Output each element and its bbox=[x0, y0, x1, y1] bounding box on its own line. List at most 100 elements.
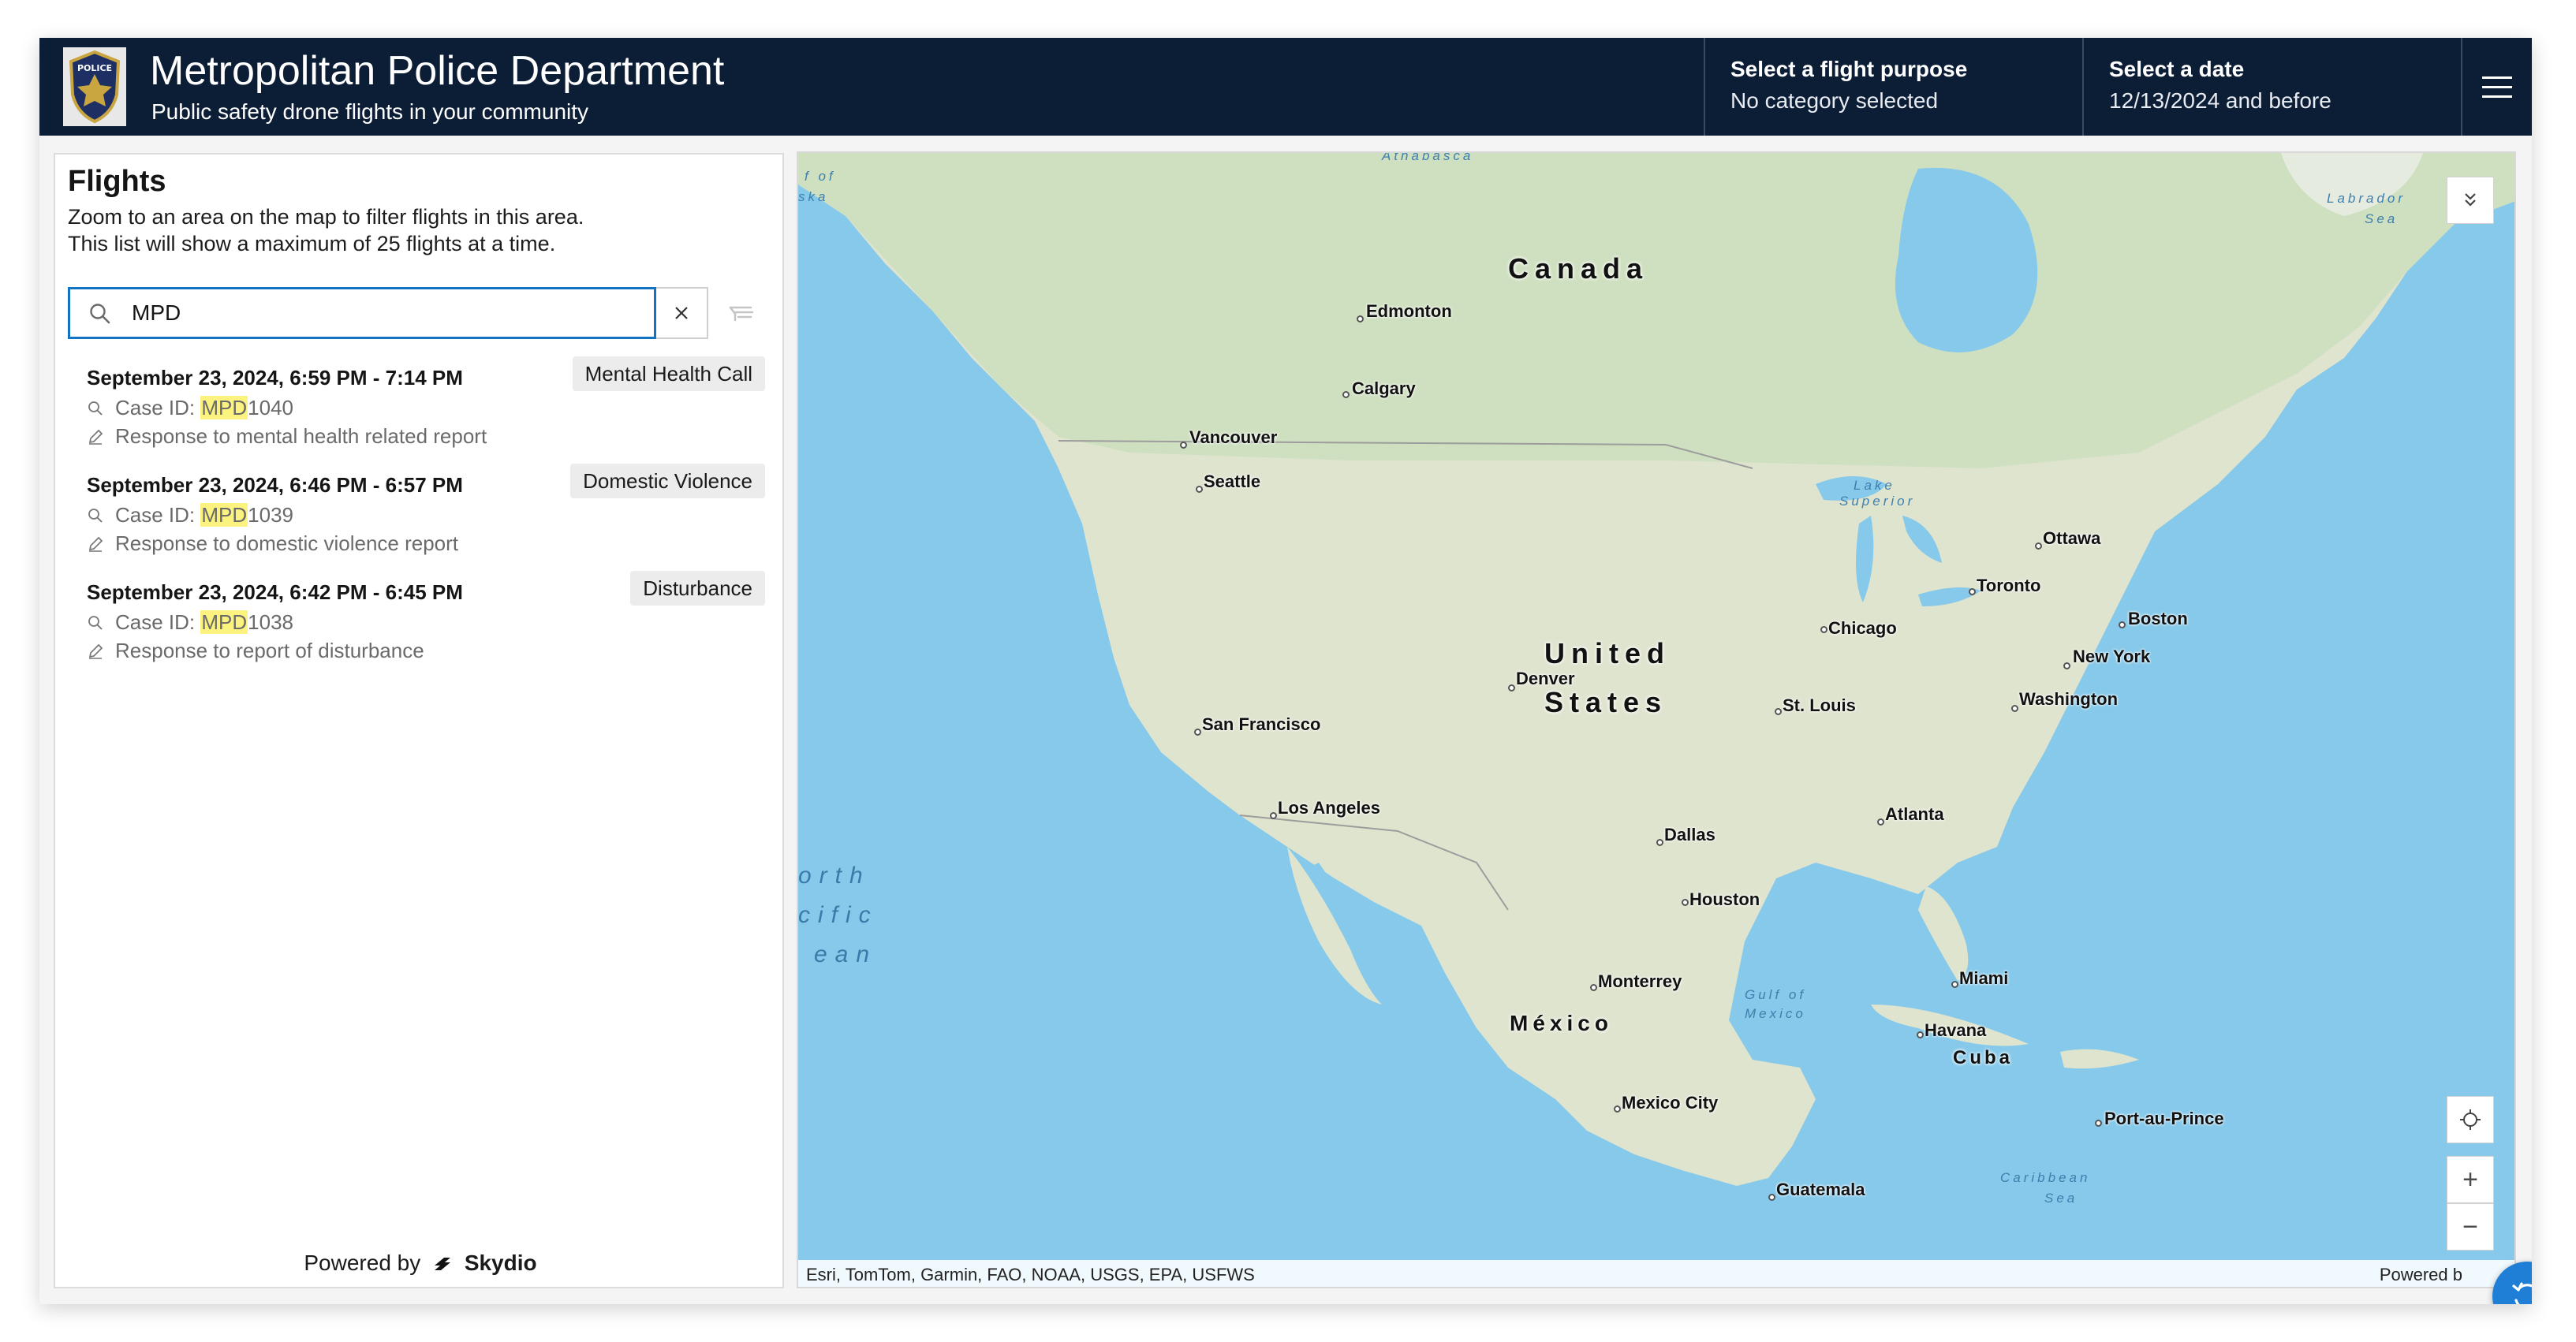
city-label: Houston bbox=[1682, 889, 1760, 910]
water-label: Lake bbox=[1854, 478, 1895, 493]
skydio-logo-icon bbox=[435, 1258, 451, 1270]
city-label: Port-au-Prince bbox=[2095, 1109, 2224, 1129]
flight-purpose-selector[interactable]: Select a flight purpose No category sele… bbox=[1704, 38, 2082, 136]
city-label: New York bbox=[2063, 647, 2150, 669]
powered-by-footer: Powered by Skydio bbox=[304, 1251, 537, 1275]
flights-help-text: Zoom to an area on the map to filter fli… bbox=[68, 205, 584, 255]
city-label: San Francisco bbox=[1194, 714, 1320, 736]
city-label: Miami bbox=[1951, 968, 2008, 989]
locate-button[interactable] bbox=[2447, 1096, 2494, 1143]
city-label: Havana bbox=[1917, 1020, 1986, 1041]
water-label: Gulf of bbox=[1745, 987, 1807, 1002]
country-label-mexico: México bbox=[1510, 1011, 1613, 1035]
city-label: Chicago bbox=[1820, 618, 1897, 639]
flight-list-item[interactable]: September 23, 2024, 6:46 PM - 6:57 PM Do… bbox=[87, 460, 765, 563]
country-label-canada: Canada bbox=[1508, 252, 1649, 285]
city-label: Guatemala bbox=[1768, 1180, 1865, 1201]
country-label-united: United bbox=[1544, 637, 1671, 669]
app-window: POLICE Metropolitan Police Department Pu… bbox=[39, 38, 2532, 1304]
pencil-icon bbox=[88, 429, 103, 445]
close-icon bbox=[675, 307, 688, 319]
flight-description: Response to report of disturbance bbox=[115, 639, 424, 662]
city-label: Washington bbox=[2011, 689, 2118, 712]
skydio-brand: Skydio bbox=[464, 1251, 537, 1275]
water-label: Sea bbox=[2365, 211, 2399, 226]
city-label: Vancouver bbox=[1180, 427, 1277, 449]
pencil-icon bbox=[88, 643, 103, 659]
water-label: Mexico bbox=[1745, 1006, 1806, 1021]
water-label: Caribbean bbox=[2000, 1170, 2091, 1185]
flight-description: Response to mental health related report bbox=[115, 424, 487, 448]
header-bar: POLICE Metropolitan Police Department Pu… bbox=[39, 38, 2532, 136]
water-label: Athabasca bbox=[1382, 151, 1474, 163]
police-badge-logo: POLICE bbox=[63, 47, 126, 126]
water-label: Labrador bbox=[2327, 191, 2406, 206]
menu-icon bbox=[2482, 76, 2512, 79]
city-label: Los Angeles bbox=[1270, 798, 1380, 819]
city-label: Atlanta bbox=[1877, 804, 1944, 826]
flight-description: Response to domestic violence report bbox=[115, 531, 459, 555]
zoom-in-button[interactable]: + bbox=[2447, 1156, 2494, 1203]
clear-search-button[interactable] bbox=[656, 287, 708, 339]
search-icon bbox=[88, 509, 103, 523]
water-label: Sea bbox=[2044, 1191, 2078, 1206]
water-label: ska bbox=[798, 189, 829, 204]
svg-text:POLICE: POLICE bbox=[77, 63, 112, 73]
hamburger-menu-button[interactable] bbox=[2461, 38, 2532, 136]
flights-panel: Flights Zoom to an area on the map to fi… bbox=[54, 153, 784, 1288]
flight-category-badge: Disturbance bbox=[630, 571, 765, 606]
search-icon bbox=[88, 616, 103, 630]
basemap bbox=[798, 153, 2514, 1287]
search-match-highlight: MPD bbox=[200, 610, 248, 634]
chevron-double-down-icon bbox=[2465, 193, 2476, 207]
filter-icon bbox=[729, 306, 754, 322]
app-title: Metropolitan Police Department bbox=[150, 48, 725, 94]
refresh-icon bbox=[2512, 1282, 2532, 1304]
city-label: Monterrey bbox=[1590, 971, 1682, 992]
city-label: Boston bbox=[2119, 609, 2188, 629]
city-label: Calgary bbox=[1342, 378, 1416, 399]
water-label: cific bbox=[798, 902, 879, 928]
country-label-cuba: Cuba bbox=[1953, 1047, 2013, 1068]
city-label: Denver bbox=[1508, 669, 1575, 692]
search-match-highlight: MPD bbox=[200, 503, 248, 527]
flight-time: September 23, 2024, 6:42 PM - 6:45 PM bbox=[87, 580, 463, 604]
city-label: Toronto bbox=[1969, 576, 2040, 596]
date-selector[interactable]: Select a date 12/13/2024 and before bbox=[2082, 38, 2461, 136]
city-label: Mexico City bbox=[1614, 1093, 1718, 1113]
city-label: Dallas bbox=[1656, 825, 1715, 846]
city-label: Seattle bbox=[1196, 472, 1260, 493]
app-subtitle: Public safety drone flights in your comm… bbox=[151, 99, 589, 124]
flight-time: September 23, 2024, 6:46 PM - 6:57 PM bbox=[87, 473, 463, 497]
flight-list-item[interactable]: September 23, 2024, 6:42 PM - 6:45 PM Di… bbox=[87, 568, 765, 670]
water-label: f of bbox=[805, 169, 836, 184]
map-view[interactable]: Canada United States México Cuba Athabas… bbox=[797, 151, 2516, 1288]
flight-list-item[interactable]: September 23, 2024, 6:59 PM - 7:14 PM Me… bbox=[87, 353, 765, 456]
search-match-highlight: MPD bbox=[200, 396, 248, 419]
water-label: Superior bbox=[1839, 494, 1916, 509]
flight-search-box bbox=[68, 287, 656, 339]
flight-category-badge: Domestic Violence bbox=[570, 464, 765, 498]
pencil-icon bbox=[88, 536, 103, 552]
city-label: Ottawa bbox=[2035, 528, 2100, 550]
city-label: Edmonton bbox=[1357, 301, 1452, 322]
flight-time: September 23, 2024, 6:59 PM - 7:14 PM bbox=[87, 366, 463, 390]
map-attribution: Esri, TomTom, Garmin, FAO, NOAA, USGS, E… bbox=[798, 1260, 2514, 1287]
search-input[interactable] bbox=[132, 294, 637, 332]
water-label: orth bbox=[798, 863, 871, 889]
water-label: ean bbox=[814, 941, 878, 967]
flights-heading: Flights bbox=[68, 165, 166, 198]
flight-category-badge: Mental Health Call bbox=[572, 356, 765, 391]
city-label: St. Louis bbox=[1775, 695, 1856, 716]
crosshair-icon bbox=[2460, 1109, 2481, 1130]
zoom-out-button[interactable]: − bbox=[2447, 1203, 2494, 1251]
flight-purpose-value: No category selected bbox=[1730, 88, 1939, 113]
map-powered-by[interactable]: Powered b bbox=[2380, 1260, 2462, 1287]
flight-purpose-label: Select a flight purpose bbox=[1730, 57, 1968, 81]
date-value: 12/13/2024 and before bbox=[2109, 88, 2331, 113]
collapse-button[interactable] bbox=[2447, 177, 2494, 224]
date-label: Select a date bbox=[2109, 57, 2245, 81]
search-icon bbox=[90, 304, 110, 324]
filter-button[interactable] bbox=[724, 296, 759, 331]
search-icon bbox=[88, 401, 103, 416]
